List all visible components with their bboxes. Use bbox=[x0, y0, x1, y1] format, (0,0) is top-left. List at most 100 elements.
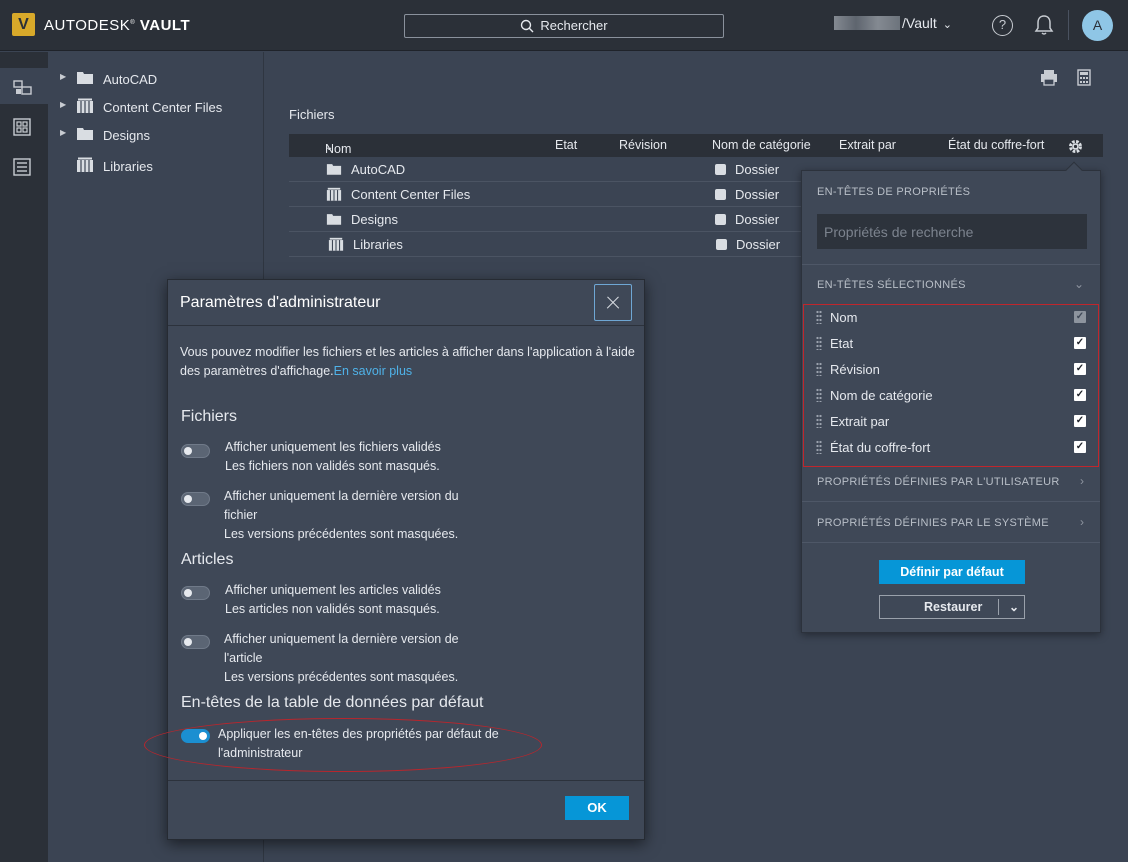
table-row[interactable]: Libraries Dossier bbox=[289, 232, 801, 257]
header-checkbox[interactable]: ✓ bbox=[1074, 337, 1086, 349]
calculator-icon[interactable] bbox=[1077, 69, 1091, 89]
list-icon bbox=[13, 158, 31, 176]
library-folder-icon bbox=[76, 98, 94, 117]
option-label: Afficher uniquement la dernière version … bbox=[224, 632, 459, 665]
column-header-extrait-par[interactable]: Extrait par bbox=[839, 138, 896, 152]
items-latest-option: Afficher uniquement la dernière version … bbox=[224, 630, 476, 687]
table-row[interactable]: Designs Dossier bbox=[289, 207, 801, 232]
option-label: Afficher uniquement la dernière version … bbox=[224, 489, 459, 522]
files-latest-option: Afficher uniquement la dernière version … bbox=[224, 487, 476, 544]
files-validated-option: Afficher uniquement les fichiers validés… bbox=[225, 438, 515, 476]
divider bbox=[802, 542, 1100, 543]
dialog-intro: Vous pouvez modifier les fichiers et les… bbox=[180, 343, 640, 381]
panel-caret bbox=[1065, 161, 1083, 179]
dialog-title: Paramètres d'administrateur bbox=[180, 294, 381, 311]
column-header-etat-coffre-fort[interactable]: État du coffre-fort bbox=[948, 138, 1044, 152]
files-heading: Fichiers bbox=[181, 408, 238, 425]
header-checkbox[interactable]: ✓ bbox=[1074, 363, 1086, 375]
files-latest-toggle[interactable] bbox=[181, 492, 210, 506]
column-header-revision[interactable]: Révision bbox=[619, 138, 667, 152]
chevron-up-icon[interactable]: ⌄ bbox=[1074, 277, 1084, 291]
tree-item-content-center-files[interactable]: ▶ Content Center Files bbox=[48, 96, 264, 118]
row-name: Designs bbox=[351, 212, 398, 227]
tree-item-label: Designs bbox=[103, 128, 150, 143]
header-checkbox[interactable]: ✓ bbox=[1074, 441, 1086, 453]
selected-header-etat[interactable]: Etat ✓ bbox=[814, 333, 1088, 355]
option-label: Afficher uniquement les articles validés bbox=[225, 583, 441, 597]
selected-header-revision[interactable]: Révision ✓ bbox=[814, 359, 1088, 381]
files-validated-toggle[interactable] bbox=[181, 444, 210, 458]
header-label: Nom bbox=[830, 310, 858, 325]
chevron-down-icon: ⌄ bbox=[942, 19, 952, 31]
drag-handle-icon[interactable] bbox=[816, 414, 822, 428]
system-properties-section[interactable]: PROPRIÉTÉS DÉFINIES PAR LE SYSTÈME bbox=[817, 517, 1049, 529]
ok-button[interactable]: OK bbox=[565, 796, 629, 820]
expand-arrow-icon[interactable]: ▶ bbox=[60, 100, 66, 109]
drag-handle-icon[interactable] bbox=[816, 440, 822, 454]
table-row[interactable]: Content Center Files Dossier bbox=[289, 182, 801, 207]
chevron-right-icon[interactable]: › bbox=[1080, 515, 1084, 529]
divider bbox=[802, 501, 1100, 502]
selected-header-etat-coffre-fort[interactable]: État du coffre-fort ✓ bbox=[814, 437, 1088, 459]
search-label: Rechercher bbox=[540, 18, 608, 33]
rail-files-button[interactable] bbox=[0, 68, 48, 104]
property-search-input[interactable] bbox=[817, 214, 1087, 249]
table-row[interactable]: AutoCAD Dossier bbox=[289, 157, 801, 182]
selected-header-extrait-par[interactable]: Extrait par ✓ bbox=[814, 411, 1088, 433]
header-label: État du coffre-fort bbox=[830, 440, 931, 455]
search-button[interactable]: Rechercher bbox=[404, 14, 724, 38]
close-icon[interactable] bbox=[594, 284, 632, 321]
user-avatar[interactable]: A bbox=[1082, 10, 1113, 41]
vault-selector[interactable]: /Vault ⌄ bbox=[834, 15, 952, 31]
sort-chevron-icon: ⌄ bbox=[325, 142, 334, 153]
expand-arrow-icon[interactable]: ▶ bbox=[60, 72, 66, 81]
user-properties-section[interactable]: PROPRIÉTÉS DÉFINIES PAR L'UTILISATEUR bbox=[817, 476, 1060, 488]
restore-button[interactable]: Restaurer ⌄ bbox=[879, 595, 1025, 619]
rail-items-button[interactable] bbox=[0, 108, 48, 144]
category-checkbox[interactable] bbox=[715, 189, 726, 200]
divider bbox=[998, 599, 999, 615]
tree-item-libraries[interactable]: Libraries bbox=[48, 155, 264, 177]
brand-bold: VAULT bbox=[139, 17, 191, 34]
grid-icon bbox=[13, 118, 31, 136]
items-latest-toggle[interactable] bbox=[181, 635, 210, 649]
header-checkbox[interactable]: ✓ bbox=[1074, 415, 1086, 427]
items-validated-option: Afficher uniquement les articles validés… bbox=[225, 581, 515, 619]
set-default-button[interactable]: Définir par défaut bbox=[879, 560, 1025, 584]
drag-handle-icon[interactable] bbox=[816, 310, 822, 324]
rail-list-button[interactable] bbox=[0, 148, 48, 184]
print-icon[interactable] bbox=[1040, 69, 1058, 89]
tree-item-designs[interactable]: ▶ Designs bbox=[48, 124, 264, 146]
folder-icon bbox=[326, 212, 342, 229]
tree-item-autocad[interactable]: ▶ AutoCAD bbox=[48, 68, 264, 90]
row-name: AutoCAD bbox=[351, 162, 406, 177]
items-validated-toggle[interactable] bbox=[181, 586, 210, 600]
header-checkbox[interactable]: ✓ bbox=[1074, 389, 1086, 401]
category-checkbox[interactable] bbox=[716, 239, 727, 250]
chevron-right-icon[interactable]: › bbox=[1080, 474, 1084, 488]
category-checkbox[interactable] bbox=[715, 164, 726, 175]
restore-label: Restaurer bbox=[924, 600, 983, 614]
category-checkbox[interactable] bbox=[715, 214, 726, 225]
row-name: Content Center Files bbox=[351, 187, 471, 202]
chevron-down-icon[interactable]: ⌄ bbox=[1009, 596, 1019, 618]
notifications-bell-icon[interactable] bbox=[1034, 14, 1054, 39]
help-icon[interactable]: ? bbox=[992, 15, 1013, 36]
drag-handle-icon[interactable] bbox=[816, 336, 822, 350]
selected-header-nom[interactable]: Nom ✓ bbox=[814, 307, 1088, 329]
column-header-nom-categorie[interactable]: Nom de catégorie bbox=[712, 138, 811, 152]
drag-handle-icon[interactable] bbox=[816, 362, 822, 376]
vault-logo-icon: V bbox=[12, 13, 35, 36]
row-category: Dossier bbox=[735, 187, 780, 202]
learn-more-link[interactable]: En savoir plus bbox=[334, 364, 413, 378]
selected-headers-title: EN-TÊTES SÉLECTIONNÉS bbox=[817, 279, 966, 291]
selected-header-nom-categorie[interactable]: Nom de catégorie ✓ bbox=[814, 385, 1088, 407]
divider bbox=[168, 780, 644, 781]
column-header-etat[interactable]: Etat bbox=[555, 138, 577, 152]
option-label: Afficher uniquement les fichiers validés bbox=[225, 440, 441, 454]
expand-arrow-icon[interactable]: ▶ bbox=[60, 128, 66, 137]
header-label: Nom de catégorie bbox=[830, 388, 933, 403]
drag-handle-icon[interactable] bbox=[816, 388, 822, 402]
gear-icon[interactable] bbox=[1067, 138, 1084, 158]
option-description: Les articles non validés sont masqués. bbox=[225, 602, 440, 616]
